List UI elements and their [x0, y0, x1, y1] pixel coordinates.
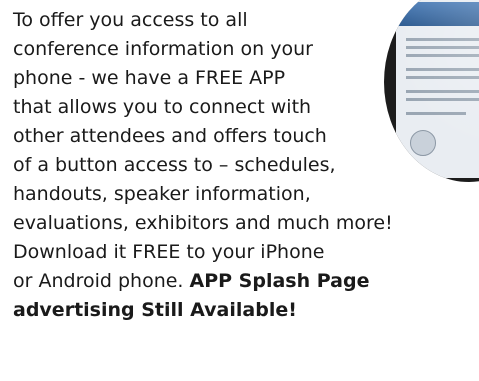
android-phone-text: or Android phone.: [13, 270, 190, 292]
paragraph-line: of a button access to – schedules,: [13, 154, 336, 176]
paragraph-line-mixed: or Android phone. APP Splash Page: [13, 267, 479, 296]
paragraph-line: advertising Still Available!: [13, 296, 479, 325]
advertising-available-callout: advertising Still Available!: [13, 299, 297, 321]
paragraph-line: other attendees and offers touch: [13, 125, 327, 147]
splash-page-callout: APP Splash Page: [189, 270, 370, 292]
app-promo-page: To offer you access to all conference in…: [0, 0, 479, 381]
paragraph-line: conference information on your: [13, 38, 313, 60]
paragraph-line: evaluations, exhibitors and much more!: [13, 212, 393, 234]
paragraph-line: Download it FREE to your iPhone: [13, 241, 325, 263]
paragraph-line: that allows you to connect with: [13, 96, 312, 118]
paragraph-line: phone - we have a FREE APP: [13, 67, 286, 89]
paragraph-line: handouts, speaker information,: [13, 183, 311, 205]
app-promo-paragraph: To offer you access to all conference in…: [13, 6, 479, 325]
paragraph-line: To offer you access to all: [13, 9, 248, 31]
